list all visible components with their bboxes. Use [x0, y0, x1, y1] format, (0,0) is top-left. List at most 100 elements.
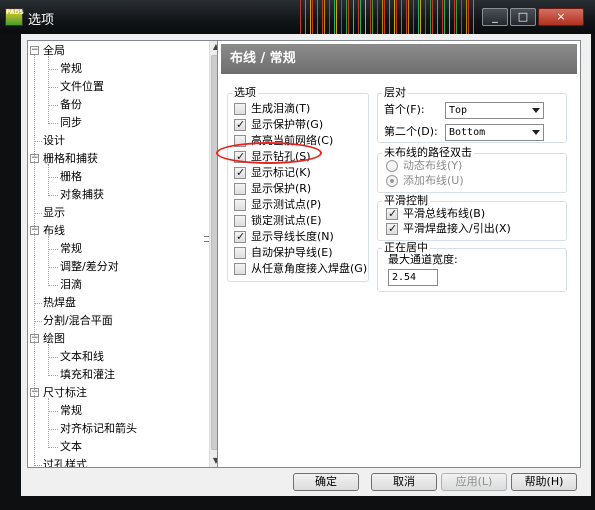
- cad-line: [420, 0, 421, 34]
- radio-label: 动态布线(Y): [403, 159, 463, 172]
- tree-connector: [34, 141, 42, 142]
- option-label: 显示导线长度(N): [251, 230, 334, 243]
- smoothing-group: 平滑控制 ✓ 平滑总线布线(B) ✓ 平滑焊盘接入/引出(X): [377, 194, 567, 241]
- tree-node[interactable]: 尺寸标注: [43, 384, 87, 402]
- checkbox-box[interactable]: ✓: [386, 207, 398, 220]
- tree-item-label: 文本: [60, 440, 82, 453]
- tree-node[interactable]: 布线: [43, 222, 65, 240]
- checkbox-box[interactable]: ✓: [386, 222, 398, 235]
- tree-connector: [34, 465, 42, 466]
- checkbox-box[interactable]: ✓: [234, 150, 246, 163]
- tree-node[interactable]: 分割/混合平面: [43, 312, 113, 330]
- cad-line: [322, 0, 323, 34]
- tree-node[interactable]: 绘图: [43, 330, 65, 348]
- background-cad-view: [300, 0, 480, 34]
- cad-line: [437, 0, 438, 34]
- tree-leaf[interactable]: 泪滴: [60, 276, 82, 294]
- smoothing-label: 平滑焊盘接入/引出(X): [403, 222, 511, 235]
- tree-item-label: 全局: [43, 44, 65, 57]
- tree-connector: [48, 177, 58, 178]
- checkbox-box[interactable]: [234, 263, 246, 275]
- tree-leaf[interactable]: 文件位置: [60, 78, 104, 96]
- cad-line: [341, 0, 342, 34]
- radio-dot-icon: [390, 179, 394, 183]
- maximize-button[interactable]: □: [510, 8, 536, 26]
- max-channel-input[interactable]: 2.54: [388, 269, 438, 286]
- tree-connector: [48, 429, 58, 430]
- ok-button[interactable]: 确定: [293, 473, 359, 491]
- cad-line: [444, 0, 445, 34]
- cad-line: [329, 0, 330, 34]
- checkbox-box[interactable]: ✓: [234, 166, 246, 179]
- first-layer-select[interactable]: Top: [445, 102, 544, 119]
- tree-item-label: 对象捕获: [60, 188, 104, 201]
- tree-leaf[interactable]: 调整/差分对: [60, 258, 119, 276]
- tree-node[interactable]: 全局: [43, 42, 65, 60]
- option-label: 显示保护(R): [251, 182, 312, 195]
- cad-line: [317, 0, 318, 34]
- apply-button[interactable]: 应用(L): [441, 473, 507, 491]
- tree-leaf[interactable]: 文本和线: [60, 348, 104, 366]
- minimize-button[interactable]: _: [482, 8, 508, 26]
- option-label: 显示钻孔(S): [251, 150, 311, 163]
- window-frame-bottom: [0, 496, 595, 510]
- options-group-title: 选项: [232, 86, 258, 100]
- checkmark-icon: ✓: [388, 222, 398, 235]
- tree-connector: [48, 447, 58, 448]
- tree-leaf[interactable]: 备份: [60, 96, 82, 114]
- checkbox-box[interactable]: [234, 247, 246, 259]
- radio-label: 添加布线(U): [403, 174, 464, 187]
- radio-button[interactable]: [386, 175, 398, 187]
- tree-node[interactable]: 栅格和捕获: [43, 150, 98, 168]
- tree-node[interactable]: 热焊盘: [43, 294, 76, 312]
- tree-leaf[interactable]: 栅格: [60, 168, 82, 186]
- tree-collapse-icon[interactable]: −: [30, 46, 39, 55]
- tree-item-label: 同步: [60, 116, 82, 129]
- checkbox-box[interactable]: [234, 135, 246, 147]
- cad-line: [382, 0, 383, 34]
- option-label: 从任意角度接入焊盘(G): [251, 262, 368, 275]
- tree-leaf[interactable]: 文本: [60, 438, 82, 456]
- tree-item-label: 栅格和捕获: [43, 152, 98, 165]
- tree-leaf[interactable]: 常规: [60, 402, 82, 420]
- cad-line: [406, 0, 407, 34]
- tree-item-label: 热焊盘: [43, 296, 76, 309]
- tree-node[interactable]: 设计: [43, 132, 65, 150]
- radio-button[interactable]: [386, 160, 398, 172]
- centering-group: 正在居中 最大通道宽度: 2.54: [377, 241, 567, 292]
- tree-connector: [48, 249, 58, 250]
- tree-leaf[interactable]: 同步: [60, 114, 82, 132]
- tree-leaf[interactable]: 常规: [60, 240, 82, 258]
- second-layer-select[interactable]: Bottom: [445, 124, 544, 141]
- tree-leaf[interactable]: 填充和灌注: [60, 366, 115, 384]
- tree-leaf[interactable]: 对齐标记和箭头: [60, 420, 137, 438]
- close-button[interactable]: ×: [538, 8, 584, 26]
- tree-item-label: 设计: [43, 134, 65, 147]
- tree-node[interactable]: 过孔样式: [43, 456, 87, 467]
- cad-line: [365, 0, 366, 34]
- max-channel-label: 最大通道宽度:: [388, 253, 458, 266]
- checkbox-box[interactable]: [234, 199, 246, 211]
- cancel-button[interactable]: 取消: [371, 473, 437, 491]
- tree-leaf[interactable]: 常规: [60, 60, 82, 78]
- tree-leaf[interactable]: 对象捕获: [60, 186, 104, 204]
- tree-connector: [48, 105, 58, 106]
- help-button[interactable]: 帮助(H): [511, 473, 577, 491]
- cad-line: [370, 0, 371, 34]
- cad-line: [432, 0, 433, 34]
- tree-item-label: 分割/混合平面: [43, 314, 113, 327]
- cad-line: [401, 0, 402, 34]
- pane-splitter[interactable]: [202, 40, 211, 468]
- category-tree[interactable]: 全局 − 常规 文件位置 备份 同步 设计 栅格和捕获 − 栅格 对象捕获 显示 布线 − 常规 调整/差分对…: [27, 40, 221, 468]
- tree-node[interactable]: 显示: [43, 204, 65, 222]
- cad-line: [358, 0, 359, 34]
- chevron-down-icon: [532, 108, 540, 113]
- checkbox-box[interactable]: [234, 215, 246, 227]
- cad-line: [394, 0, 395, 34]
- checkbox-box[interactable]: ✓: [234, 118, 246, 131]
- tree-item-label: 常规: [60, 242, 82, 255]
- cad-line: [384, 0, 385, 34]
- checkbox-box[interactable]: ✓: [234, 230, 246, 243]
- checkbox-box[interactable]: [234, 103, 246, 115]
- checkbox-box[interactable]: [234, 183, 246, 195]
